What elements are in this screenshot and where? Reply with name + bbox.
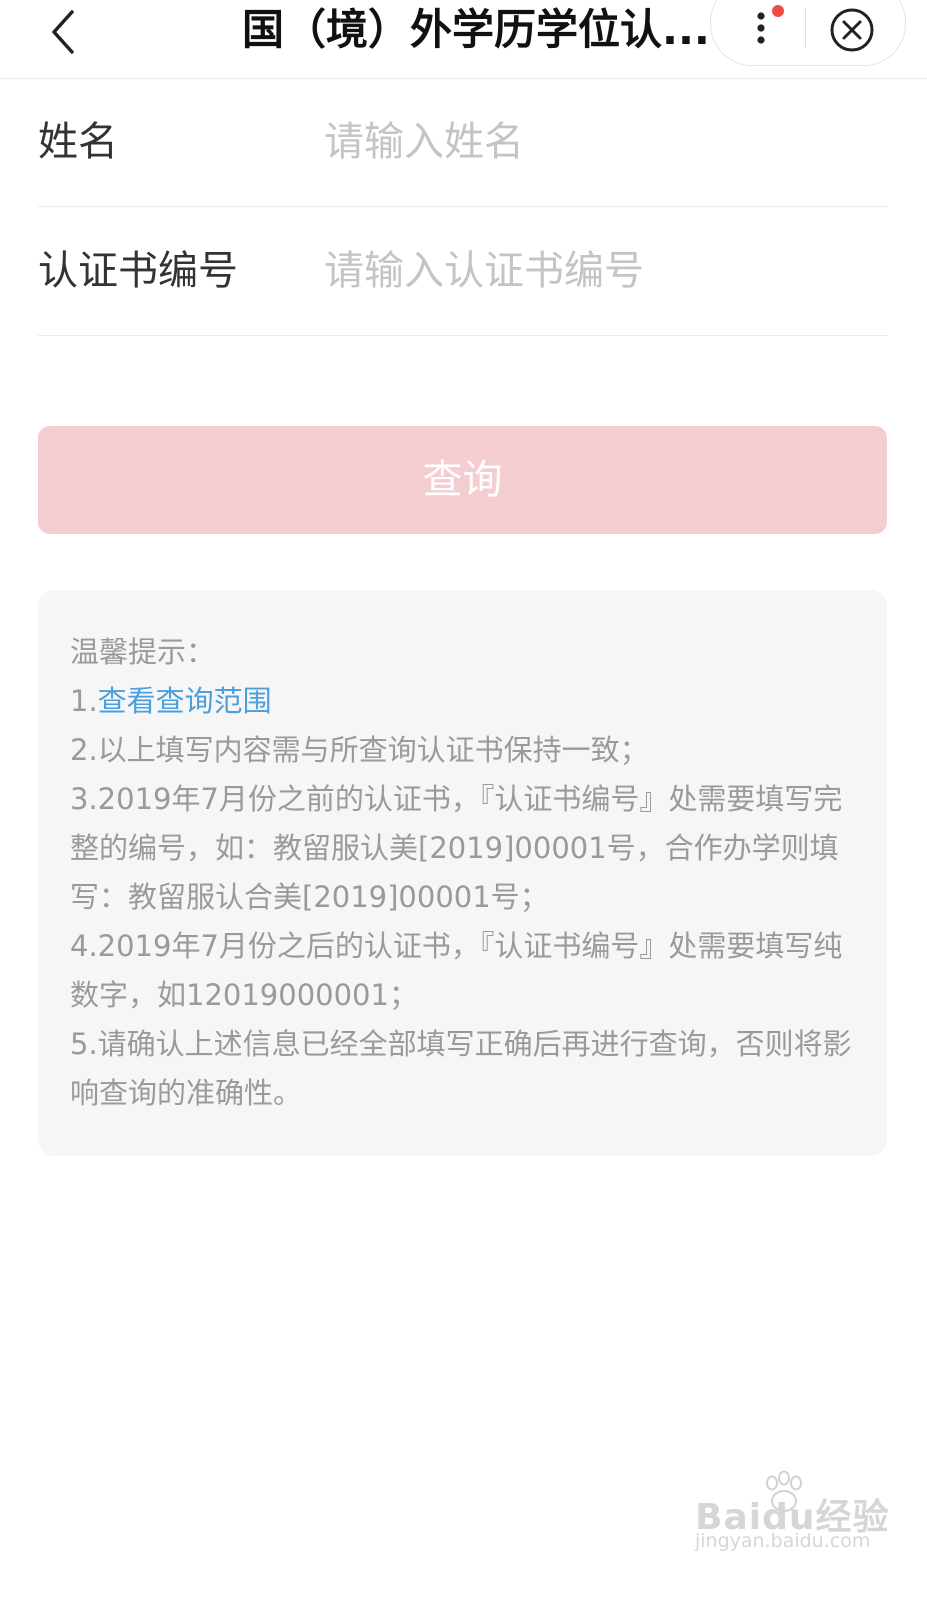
baidu-jingyan-watermark: Baidu经验 jingyan.baidu.com: [695, 1470, 888, 1560]
watermark-url: jingyan.baidu.com: [695, 1530, 871, 1552]
certificate-number-label: 认证书编号: [38, 248, 238, 294]
back-button[interactable]: [40, 6, 88, 54]
tip-item-1-prefix: 1.: [70, 684, 98, 718]
name-input[interactable]: [324, 112, 864, 172]
tip-item-4: 4.2019年7月份之后的认证书，『认证书编号』处需要填写纯数字，如120190…: [70, 929, 843, 1012]
page-title: 国（境）外学历学位认...: [242, 5, 710, 54]
more-vertical-icon: [757, 5, 784, 44]
certificate-number-input[interactable]: [324, 241, 864, 301]
close-circle-icon: [830, 8, 874, 52]
tip-item-5: 5.请确认上述信息已经全部填写正确后再进行查询，否则将影响查询的准确性。: [70, 1027, 852, 1110]
certificate-number-row: 认证书编号: [38, 207, 888, 336]
capsule-divider: [805, 8, 806, 48]
close-button[interactable]: [826, 4, 878, 56]
tip-item-2: 2.以上填写内容需与所查询认证书保持一致；: [70, 733, 649, 767]
tips-content: 温馨提示： 1.查看查询范围 2.以上填写内容需与所查询认证书保持一致； 3.2…: [70, 628, 860, 1118]
name-label: 姓名: [38, 119, 118, 165]
name-row: 姓名: [38, 78, 888, 207]
title-bar: 国（境）外学历学位认...: [0, 0, 927, 79]
chevron-left-icon: [52, 10, 74, 54]
tips-box: 温馨提示： 1.查看查询范围 2.以上填写内容需与所查询认证书保持一致； 3.2…: [38, 590, 887, 1156]
more-button[interactable]: [736, 0, 790, 56]
view-query-scope-link[interactable]: 查看查询范围: [98, 684, 272, 718]
tip-item-3: 3.2019年7月份之前的认证书，『认证书编号』处需要填写完整的编号，如：教留服…: [70, 782, 843, 914]
tips-title: 温馨提示：: [70, 635, 216, 669]
query-button[interactable]: 查询: [38, 426, 887, 534]
notification-badge: [772, 5, 784, 17]
tip-item-1: 1.查看查询范围: [70, 677, 860, 726]
